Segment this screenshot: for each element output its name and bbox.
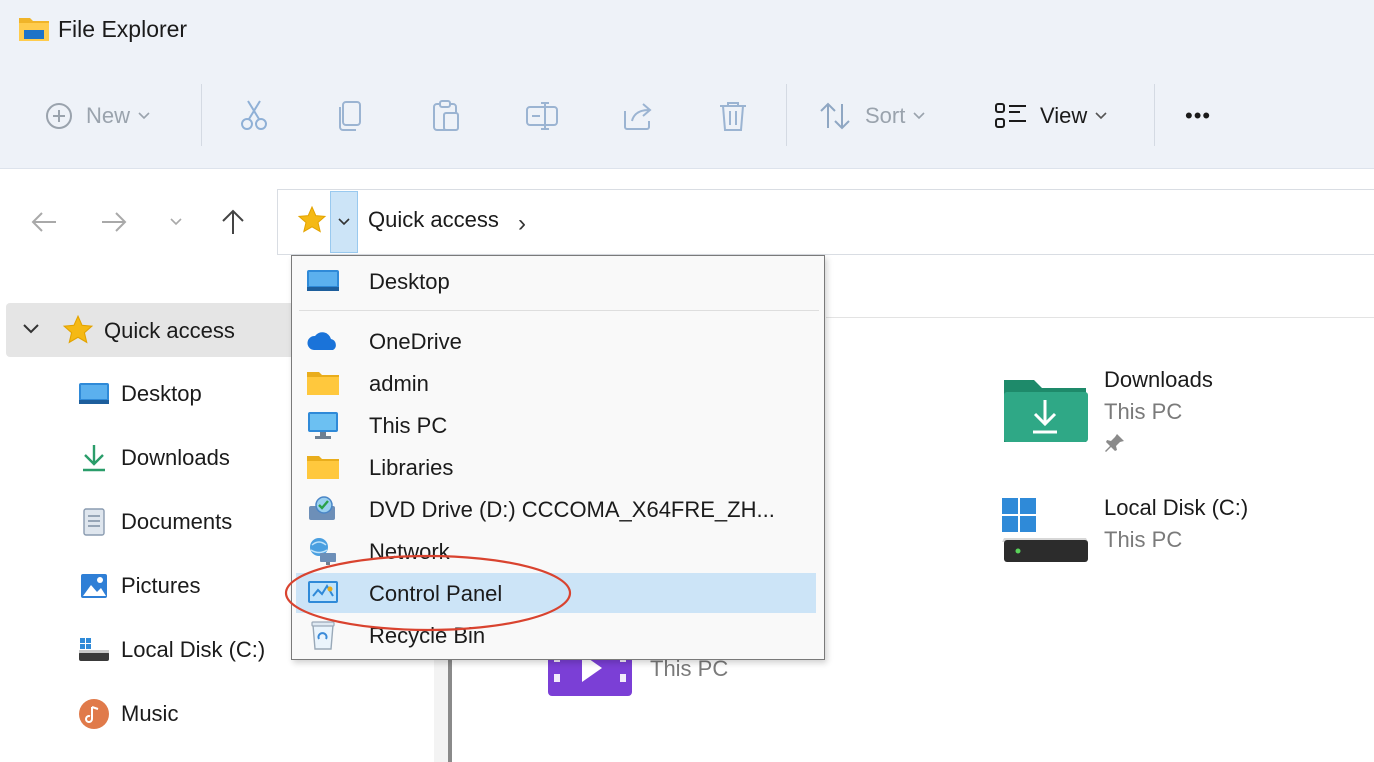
folder-icon [19, 18, 49, 41]
chevron-down-icon [23, 324, 39, 334]
music-icon [78, 698, 110, 730]
share-button[interactable] [621, 92, 655, 140]
pictures-icon [78, 570, 110, 602]
dropdown-item-desktop[interactable]: Desktop [296, 261, 816, 301]
arrow-up-icon [222, 209, 244, 234]
new-button[interactable]: New [44, 92, 150, 140]
onedrive-icon [306, 325, 340, 357]
tile-location: This PC [1104, 399, 1183, 424]
nav-item-label: Pictures [121, 573, 201, 598]
dvd-drive-icon [306, 493, 340, 525]
cut-button[interactable] [236, 92, 272, 140]
breadcrumb-separator[interactable]: › [518, 210, 526, 238]
new-icon [46, 103, 72, 129]
nav-item-local-disk[interactable]: Local Disk (C:) [78, 630, 265, 670]
nav-item-pictures[interactable]: Pictures [78, 566, 200, 606]
rename-button[interactable] [525, 92, 561, 140]
dropdown-item-label: Libraries [369, 455, 454, 480]
delete-button[interactable] [717, 92, 749, 140]
dropdown-item-label: Desktop [369, 269, 450, 294]
breadcrumb-quick-access[interactable]: Quick access [368, 207, 499, 233]
desktop-icon [78, 378, 110, 410]
paste-icon [433, 100, 459, 131]
tile-name: Downloads [1104, 367, 1213, 392]
copy-icon [339, 101, 361, 131]
nav-item-label: Desktop [121, 381, 202, 406]
sort-icon [820, 102, 850, 130]
chevron-down-icon [138, 112, 150, 120]
window-title: File Explorer [58, 16, 188, 42]
pin-icon [1105, 434, 1124, 452]
view-icon [995, 103, 1026, 128]
dropdown-item-dvd-drive[interactable]: DVD Drive (D:) CCCOMA_X64FRE_ZH... [296, 489, 816, 529]
this-pc-icon [306, 409, 340, 441]
see-more-button[interactable]: ••• [1185, 92, 1211, 140]
dropdown-item-label: This PC [369, 413, 448, 438]
nav-item-downloads[interactable]: Downloads [78, 438, 230, 478]
nav-item-label: Documents [121, 509, 233, 534]
dropdown-item-label: DVD Drive (D:) CCCOMA_X64FRE_ZH... [369, 497, 775, 522]
tile-name: Local Disk (C:) [1104, 495, 1249, 520]
dropdown-item-libraries[interactable]: Libraries [296, 447, 816, 487]
up-button[interactable] [211, 200, 255, 244]
libraries-icon [306, 451, 340, 483]
view-label: View [1040, 103, 1088, 128]
nav-item-label: Local Disk (C:) [121, 637, 266, 662]
annotation-highlight-ellipse [284, 554, 572, 632]
sort-label: Sort [865, 103, 906, 128]
user-folder-icon [306, 367, 340, 399]
star-icon [62, 314, 94, 344]
recent-locations-button[interactable] [154, 200, 198, 244]
chevron-down-icon [1095, 112, 1107, 120]
more-icon: ••• [1185, 103, 1212, 128]
local-disk-icon [1002, 498, 1088, 562]
nav-item-quick-access[interactable]: Quick access [6, 303, 336, 357]
sort-button[interactable]: Sort [819, 92, 925, 140]
arrow-left-icon [31, 212, 56, 232]
delete-icon [720, 102, 746, 131]
documents-icon [78, 506, 110, 538]
view-button[interactable]: View [994, 92, 1107, 140]
toolbar-separator [201, 84, 202, 146]
nav-item-music[interactable]: Music [78, 694, 178, 734]
toolbar-separator [1154, 84, 1155, 146]
forward-button[interactable] [92, 200, 136, 244]
dropdown-item-admin[interactable]: admin [296, 363, 816, 403]
desktop-icon [306, 265, 340, 297]
nav-item-label: Downloads [121, 445, 230, 470]
nav-item-desktop[interactable]: Desktop [78, 374, 202, 414]
chevron-down-icon [913, 112, 925, 120]
address-dropdown-button[interactable] [330, 191, 358, 253]
dropdown-divider [299, 310, 819, 311]
dropdown-item-onedrive[interactable]: OneDrive [296, 321, 816, 361]
tile-location: This PC [1104, 527, 1183, 552]
star-icon [297, 205, 327, 233]
toolbar-separator [786, 84, 787, 146]
dropdown-item-label: admin [369, 371, 429, 396]
cut-icon [241, 100, 267, 130]
downloads-icon [78, 442, 110, 474]
new-label: New [86, 103, 131, 128]
paste-button[interactable] [430, 92, 462, 140]
nav-item-documents[interactable]: Documents [78, 502, 232, 542]
share-icon [624, 103, 652, 130]
title-bar: File Explorer [0, 0, 1374, 62]
nav-item-label: Music [121, 701, 179, 726]
dropdown-item-this-pc[interactable]: This PC [296, 405, 816, 445]
section-divider [826, 317, 1374, 318]
downloads-folder-icon [1004, 380, 1088, 442]
dropdown-item-label: OneDrive [369, 329, 462, 354]
nav-quick-access-label: Quick access [104, 318, 235, 343]
copy-button[interactable] [334, 92, 366, 140]
chevron-down-icon [338, 218, 350, 226]
chevron-down-icon [170, 218, 182, 226]
rename-icon [526, 102, 558, 130]
command-bar [0, 62, 1374, 169]
arrow-right-icon [102, 212, 127, 232]
back-button[interactable] [22, 200, 66, 244]
local-disk-icon [78, 634, 110, 666]
